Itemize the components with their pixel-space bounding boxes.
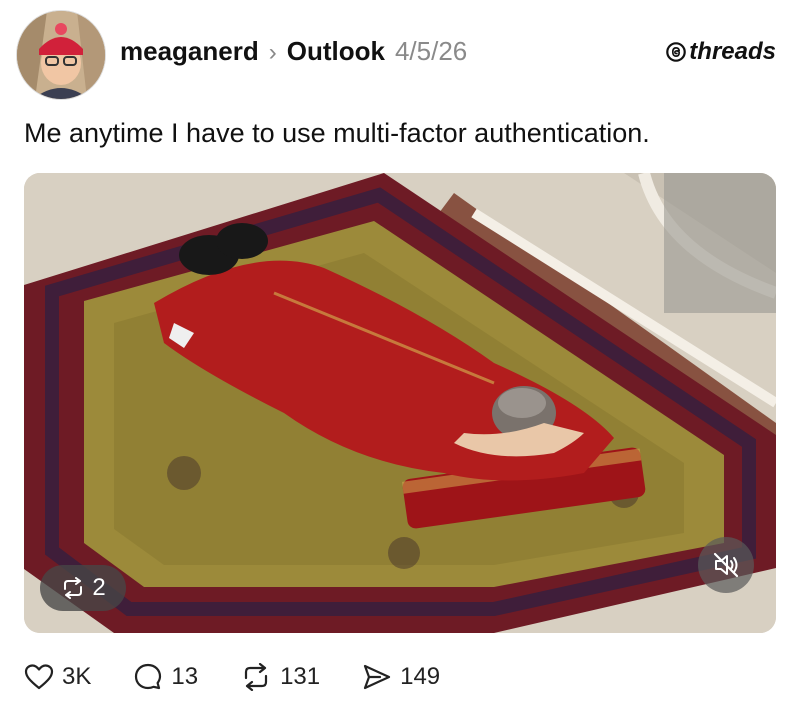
comment-button[interactable]: 13 <box>133 662 198 692</box>
comment-icon <box>135 663 162 690</box>
post-video[interactable]: 2 <box>24 173 776 633</box>
send-icon <box>364 664 391 690</box>
repost-icon <box>64 577 83 599</box>
threads-icon <box>666 42 687 62</box>
brand-name: threads <box>689 38 776 65</box>
avatar[interactable] <box>16 10 106 100</box>
avatar-image <box>17 11 105 99</box>
repost-count: 2 <box>92 574 106 601</box>
comment-count: 13 <box>171 663 199 690</box>
threads-logo: threads <box>665 38 776 66</box>
like-button[interactable]: 3K <box>24 663 91 691</box>
action-bar: 3K 13 131 149 <box>24 662 482 692</box>
post-caption: Me anytime I have to use multi-factor au… <box>24 118 650 148</box>
post-date: 4/5/26 <box>394 36 468 66</box>
username-link[interactable]: meaganerd <box>120 36 259 67</box>
share-button[interactable]: 149 <box>362 663 440 691</box>
heart-icon <box>24 664 54 690</box>
like-count: 3K <box>62 663 92 690</box>
chevron-right-icon: › <box>268 39 277 66</box>
repost-count-action: 131 <box>280 663 321 690</box>
mute-button[interactable] <box>698 537 754 593</box>
repost-icon <box>244 663 268 691</box>
share-count: 149 <box>400 663 441 690</box>
speaker-muted-icon <box>713 552 739 578</box>
channel-link[interactable]: Outlook <box>287 36 385 67</box>
post-header: meaganerd › Outlook 4/5/26 threads <box>16 10 784 100</box>
repost-count-badge[interactable]: 2 <box>40 565 126 611</box>
repost-button[interactable]: 131 <box>240 663 320 691</box>
video-frame <box>24 173 776 633</box>
breadcrumb: meaganerd › Outlook 4/5/26 <box>120 36 467 67</box>
